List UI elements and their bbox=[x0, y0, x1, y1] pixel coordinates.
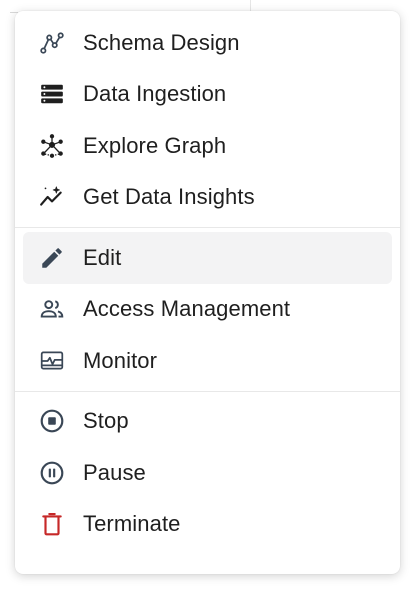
menu-item-label: Monitor bbox=[83, 347, 158, 373]
menu-item-access-management[interactable]: Access Management bbox=[23, 284, 392, 336]
menu-item-schema-design[interactable]: Schema Design bbox=[23, 17, 392, 69]
menu-item-pause[interactable]: Pause bbox=[23, 447, 392, 499]
menu-item-label: Explore Graph bbox=[83, 132, 227, 158]
menu-item-label: Data Ingestion bbox=[83, 81, 227, 107]
menu-item-label: Schema Design bbox=[83, 29, 240, 55]
stop-circle-icon bbox=[39, 408, 65, 434]
menu-item-explore-graph[interactable]: Explore Graph bbox=[23, 120, 392, 172]
menu-item-label: Get Data Insights bbox=[83, 184, 255, 210]
menu-item-label: Stop bbox=[83, 408, 129, 434]
people-icon bbox=[39, 296, 65, 322]
menu-divider bbox=[15, 227, 400, 228]
menu-divider bbox=[15, 390, 400, 392]
schema-icon bbox=[39, 30, 65, 56]
monitor-icon bbox=[39, 348, 65, 374]
insights-icon bbox=[39, 184, 65, 210]
trash-icon bbox=[39, 511, 65, 537]
menu-item-data-ingestion[interactable]: Data Ingestion bbox=[23, 69, 392, 121]
menu-item-monitor[interactable]: Monitor bbox=[23, 335, 392, 387]
pencil-icon bbox=[39, 245, 65, 271]
menu-item-label: Access Management bbox=[83, 296, 291, 322]
menu-item-get-data-insights[interactable]: Get Data Insights bbox=[23, 172, 392, 224]
pause-circle-icon bbox=[39, 460, 65, 486]
menu-item-label: Terminate bbox=[83, 511, 181, 537]
graph-icon bbox=[39, 133, 65, 159]
menu-item-label: Edit bbox=[83, 244, 122, 270]
menu-item-edit[interactable]: Edit bbox=[23, 232, 392, 284]
context-menu: Schema Design Data Ingestion Explore Gra… bbox=[15, 11, 400, 574]
database-icon bbox=[39, 81, 65, 107]
menu-item-label: Pause bbox=[83, 459, 146, 485]
menu-item-terminate[interactable]: Terminate bbox=[23, 499, 392, 551]
menu-item-stop[interactable]: Stop bbox=[23, 396, 392, 448]
